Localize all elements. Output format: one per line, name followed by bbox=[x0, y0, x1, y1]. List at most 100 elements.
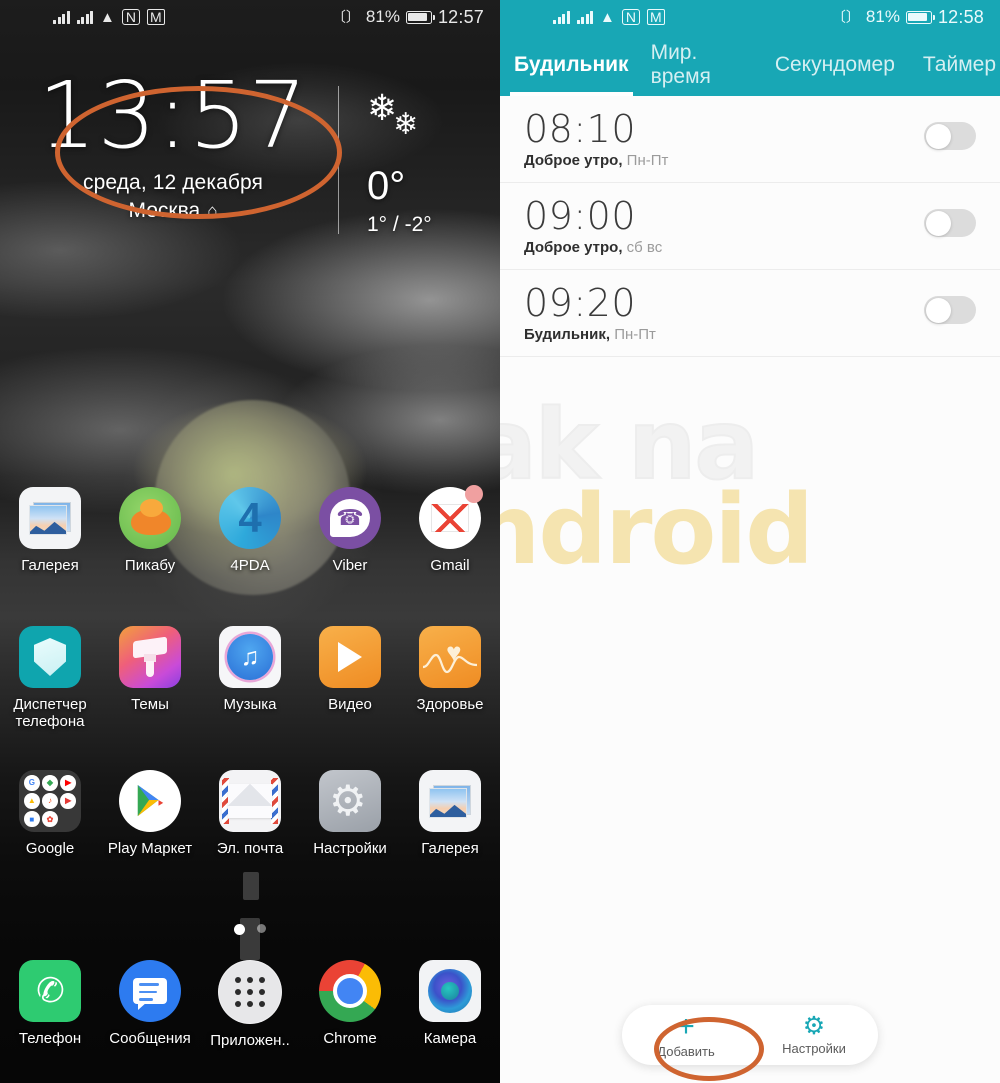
app-label: Галерея bbox=[21, 557, 79, 574]
app-viber[interactable]: Viber bbox=[300, 487, 400, 574]
settings-button[interactable]: ⚙ Настройки bbox=[750, 1005, 878, 1065]
app-themes[interactable]: Темы bbox=[100, 626, 200, 731]
tab-alarm[interactable]: Будильник bbox=[510, 34, 633, 96]
tab-timer[interactable]: Таймер bbox=[919, 34, 1000, 96]
gallery-icon-2 bbox=[419, 770, 481, 832]
city-label: Москва bbox=[128, 199, 201, 223]
tab-label: Таймер bbox=[922, 53, 996, 76]
app-label: Видео bbox=[328, 696, 372, 713]
app-label: Эл. почта bbox=[216, 840, 284, 857]
battery-icon bbox=[905, 10, 935, 24]
app-health[interactable]: ♥ Здоровье bbox=[400, 626, 500, 731]
nfc-icon: N bbox=[121, 9, 140, 25]
alarm-row[interactable]: 08:10 Доброе утро, Пн-Пт bbox=[500, 96, 1000, 183]
snowflake-icon-2: ❄ bbox=[393, 108, 419, 141]
weather-block[interactable]: ❄ ❄ 0° 1° / -2° bbox=[339, 72, 500, 237]
gmail-icon bbox=[419, 485, 483, 549]
add-alarm-button[interactable]: + Добавить bbox=[622, 1005, 750, 1065]
page-dot[interactable] bbox=[257, 924, 266, 933]
app-phone[interactable]: ✆ Телефон bbox=[0, 960, 100, 1049]
folder-app-drive: ▲ bbox=[24, 793, 40, 809]
app-google-folder[interactable]: G ◆ ▶ ▲ ♪ ▶ ■ ✿ Google bbox=[0, 770, 100, 857]
tab-world-clock[interactable]: Мир. время bbox=[647, 34, 757, 96]
app-label: Музыка bbox=[223, 696, 277, 713]
app-camera[interactable]: Камера bbox=[400, 960, 500, 1049]
alarm-row[interactable]: 09:00 Доброе утро, сб вс bbox=[500, 183, 1000, 270]
alarm-info[interactable]: 09:00 Доброе утро, сб вс bbox=[524, 197, 924, 256]
app-video[interactable]: Видео bbox=[300, 626, 400, 731]
app-label: Камера bbox=[423, 1030, 477, 1047]
alarm-info[interactable]: 08:10 Доброе утро, Пн-Пт bbox=[524, 110, 924, 169]
alarm-days: Пн-Пт bbox=[626, 151, 669, 169]
app-label: Пикабу bbox=[124, 557, 176, 574]
app-phone-manager[interactable]: Диспетчер телефона bbox=[0, 626, 100, 731]
app-music[interactable]: Музыка bbox=[200, 626, 300, 731]
viber-icon bbox=[319, 487, 381, 549]
alarm-days: Пн-Пт bbox=[614, 325, 656, 343]
alarm-subtitle: Доброе утро, Пн-Пт bbox=[524, 152, 924, 169]
app-drawer[interactable]: Приложен.. bbox=[200, 960, 300, 1049]
app-drawer-icon bbox=[218, 960, 282, 1024]
status-bar-clock: 12:57 bbox=[437, 6, 484, 27]
screenshot-root: ▲ N M 〔〕 81% 12:57 13:57 среда, 12 декаб… bbox=[0, 0, 1000, 1083]
watermark-line-2: ndroid bbox=[500, 474, 814, 587]
alarm-name: Доброе утро, bbox=[524, 238, 623, 256]
heartbeat-wave-icon bbox=[423, 653, 477, 674]
play-store-icon bbox=[119, 770, 181, 832]
gear-icon: ⚙ bbox=[802, 1012, 826, 1040]
battery-percent: 81% bbox=[865, 7, 900, 26]
alarm-subtitle: Будильник, Пн-Пт bbox=[524, 326, 924, 343]
alarm-list: 08:10 Доброе утро, Пн-Пт 09:00 Доброе ут… bbox=[500, 96, 1000, 357]
folder-app-maps: ◆ bbox=[42, 775, 58, 791]
app-label: 4PDA bbox=[230, 557, 270, 574]
4pda-icon bbox=[219, 487, 281, 549]
app-gmail[interactable]: Gmail bbox=[400, 485, 500, 574]
pikabu-icon bbox=[119, 487, 181, 549]
dock-row: ✆ Телефон Сообщения Приложен.. bbox=[0, 960, 500, 1049]
app-gallery-2[interactable]: Галерея bbox=[400, 770, 500, 857]
app-label: Здоровье bbox=[416, 696, 484, 713]
wifi-icon: ▲ bbox=[100, 8, 115, 26]
tab-stopwatch[interactable]: Секундомер bbox=[771, 34, 899, 96]
app-email[interactable]: Эл. почта bbox=[200, 770, 300, 857]
clock-block[interactable]: 13:57 среда, 12 декабря Москва ⌂ bbox=[0, 62, 338, 223]
music-icon bbox=[219, 626, 281, 688]
app-chrome[interactable]: Chrome bbox=[300, 960, 400, 1049]
widget-date: среда, 12 декабря bbox=[83, 171, 263, 195]
app-4pda[interactable]: 4PDA bbox=[200, 487, 300, 574]
alarm-toggle[interactable] bbox=[924, 209, 976, 237]
add-alarm-label: Добавить bbox=[657, 1043, 715, 1059]
folder-app-google: G bbox=[24, 775, 40, 791]
app-pikabu[interactable]: Пикабу bbox=[100, 487, 200, 574]
app-label: Сообщения bbox=[109, 1030, 191, 1047]
app-messages[interactable]: Сообщения bbox=[100, 960, 200, 1049]
phone-dialer-icon: ✆ bbox=[19, 960, 81, 1022]
tab-label: Мир. время bbox=[650, 41, 711, 88]
alarm-toggle[interactable] bbox=[924, 122, 976, 150]
watermark-line-1: ak na bbox=[500, 389, 760, 501]
camera-icon bbox=[419, 960, 481, 1022]
themes-icon bbox=[119, 626, 181, 688]
app-label: Google bbox=[25, 840, 75, 857]
alarm-days: сб вс bbox=[626, 238, 663, 256]
widget-clock-time: 13:57 bbox=[37, 62, 309, 169]
app-label: Gmail bbox=[430, 557, 470, 574]
widget-city: Москва ⌂ bbox=[8, 199, 338, 223]
page-dot-active[interactable] bbox=[234, 924, 245, 935]
alarm-info[interactable]: 09:20 Будильник, Пн-Пт bbox=[524, 284, 924, 343]
app-gallery[interactable]: Галерея bbox=[0, 487, 100, 574]
alarm-time: 09:20 bbox=[524, 281, 637, 325]
alarm-toggle[interactable] bbox=[924, 296, 976, 324]
alarm-row[interactable]: 09:20 Будильник, Пн-Пт bbox=[500, 270, 1000, 357]
tab-label: Будильник bbox=[514, 53, 629, 76]
app-label: Chrome bbox=[323, 1030, 377, 1047]
app-label: Viber bbox=[332, 557, 368, 574]
status-bar-clock: 12:58 bbox=[937, 6, 984, 27]
app-row-2: Диспетчер телефона Темы Музыка Видео bbox=[0, 626, 500, 731]
clock-weather-widget[interactable]: 13:57 среда, 12 декабря Москва ⌂ ❄ ❄ 0° … bbox=[0, 62, 500, 237]
app-settings[interactable]: ⚙ Настройки bbox=[300, 770, 400, 857]
messages-icon bbox=[119, 960, 181, 1022]
vibrate-icon: 〔〕 bbox=[831, 9, 860, 25]
phone-manager-icon bbox=[19, 626, 81, 688]
app-play-store[interactable]: Play Маркет bbox=[100, 770, 200, 857]
